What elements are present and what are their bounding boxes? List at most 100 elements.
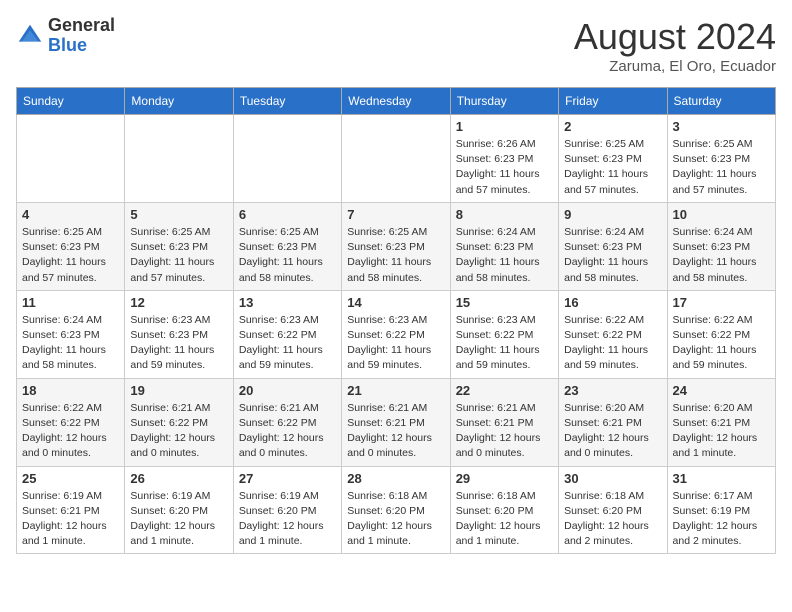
calendar-week-row: 1 Sunrise: 6:26 AMSunset: 6:23 PMDaylight… — [17, 115, 776, 203]
day-info: Sunrise: 6:24 AMSunset: 6:23 PMDaylight:… — [673, 225, 770, 286]
day-number: 7 — [347, 207, 444, 222]
day-number: 15 — [456, 295, 553, 310]
day-info: Sunrise: 6:24 AMSunset: 6:23 PMDaylight:… — [456, 225, 553, 286]
calendar-cell: 12Sunrise: 6:23 AMSunset: 6:23 PMDayligh… — [125, 290, 233, 378]
day-info: Sunrise: 6:21 AMSunset: 6:22 PMDaylight:… — [239, 401, 336, 462]
calendar-cell: 4Sunrise: 6:25 AMSunset: 6:23 PMDaylight… — [17, 202, 125, 290]
day-number: 14 — [347, 295, 444, 310]
calendar-cell: 16 Sunrise: 6:22 AMSunset: 6:22 PMDayligh… — [559, 290, 667, 378]
calendar-cell: 10 Sunrise: 6:24 AMSunset: 6:23 PMDayligh… — [667, 202, 775, 290]
calendar-cell: 8Sunrise: 6:24 AMSunset: 6:23 PMDaylight… — [450, 202, 558, 290]
day-number: 10 — [673, 207, 770, 222]
calendar-cell: 26Sunrise: 6:19 AMSunset: 6:20 PMDayligh… — [125, 466, 233, 554]
day-of-week-header: Wednesday — [342, 88, 450, 115]
calendar-cell: 13Sunrise: 6:23 AMSunset: 6:22 PMDayligh… — [233, 290, 341, 378]
calendar-cell: 11 Sunrise: 6:24 AMSunset: 6:23 PMDayligh… — [17, 290, 125, 378]
day-number: 16 — [564, 295, 661, 310]
calendar-cell: 20 Sunrise: 6:21 AMSunset: 6:22 PMDayligh… — [233, 378, 341, 466]
day-info: Sunrise: 6:25 AMSunset: 6:23 PMDaylight:… — [673, 137, 770, 198]
calendar-cell: 29Sunrise: 6:18 AMSunset: 6:20 PMDayligh… — [450, 466, 558, 554]
day-number: 28 — [347, 471, 444, 486]
day-info: Sunrise: 6:23 AMSunset: 6:22 PMDaylight:… — [456, 313, 553, 374]
day-number: 5 — [130, 207, 227, 222]
calendar-week-row: 18 Sunrise: 6:22 AMSunset: 6:22 PMDayligh… — [17, 378, 776, 466]
day-of-week-header: Thursday — [450, 88, 558, 115]
day-number: 11 — [22, 295, 119, 310]
day-info: Sunrise: 6:25 AMSunset: 6:23 PMDaylight:… — [564, 137, 661, 198]
calendar-cell: 31 Sunrise: 6:17 AMSunset: 6:19 PMDayligh… — [667, 466, 775, 554]
calendar-body: 1 Sunrise: 6:26 AMSunset: 6:23 PMDaylight… — [17, 115, 776, 554]
day-number: 24 — [673, 383, 770, 398]
calendar-cell: 17Sunrise: 6:22 AMSunset: 6:22 PMDayligh… — [667, 290, 775, 378]
day-info: Sunrise: 6:22 AMSunset: 6:22 PMDaylight:… — [22, 401, 119, 462]
calendar-cell: 3 Sunrise: 6:25 AMSunset: 6:23 PMDaylight… — [667, 115, 775, 203]
day-number: 4 — [22, 207, 119, 222]
day-info: Sunrise: 6:20 AMSunset: 6:21 PMDaylight:… — [564, 401, 661, 462]
logo-text: General Blue — [48, 16, 115, 56]
day-number: 12 — [130, 295, 227, 310]
day-number: 9 — [564, 207, 661, 222]
day-info: Sunrise: 6:21 AMSunset: 6:22 PMDaylight:… — [130, 401, 227, 462]
day-info: Sunrise: 6:24 AMSunset: 6:23 PMDaylight:… — [22, 313, 119, 374]
day-number: 30 — [564, 471, 661, 486]
calendar-cell: 1 Sunrise: 6:26 AMSunset: 6:23 PMDaylight… — [450, 115, 558, 203]
day-info: Sunrise: 6:25 AMSunset: 6:23 PMDaylight:… — [239, 225, 336, 286]
calendar-header-row: SundayMondayTuesdayWednesdayThursdayFrid… — [17, 88, 776, 115]
calendar-cell: 25Sunrise: 6:19 AMSunset: 6:21 PMDayligh… — [17, 466, 125, 554]
day-number: 3 — [673, 119, 770, 134]
calendar-cell — [17, 115, 125, 203]
day-number: 22 — [456, 383, 553, 398]
day-info: Sunrise: 6:17 AMSunset: 6:19 PMDaylight:… — [673, 489, 770, 550]
calendar-cell: 24Sunrise: 6:20 AMSunset: 6:21 PMDayligh… — [667, 378, 775, 466]
day-number: 25 — [22, 471, 119, 486]
calendar-cell: 5 Sunrise: 6:25 AMSunset: 6:23 PMDaylight… — [125, 202, 233, 290]
day-info: Sunrise: 6:23 AMSunset: 6:22 PMDaylight:… — [239, 313, 336, 374]
title-block: August 2024 Zaruma, El Oro, Ecuador — [574, 16, 776, 75]
day-number: 6 — [239, 207, 336, 222]
location: Zaruma, El Oro, Ecuador — [574, 58, 776, 75]
day-info: Sunrise: 6:19 AMSunset: 6:20 PMDaylight:… — [239, 489, 336, 550]
day-of-week-header: Sunday — [17, 88, 125, 115]
calendar-cell — [342, 115, 450, 203]
day-number: 1 — [456, 119, 553, 134]
day-info: Sunrise: 6:18 AMSunset: 6:20 PMDaylight:… — [564, 489, 661, 550]
day-info: Sunrise: 6:25 AMSunset: 6:23 PMDaylight:… — [347, 225, 444, 286]
day-info: Sunrise: 6:24 AMSunset: 6:23 PMDaylight:… — [564, 225, 661, 286]
calendar-cell — [125, 115, 233, 203]
calendar-week-row: 25Sunrise: 6:19 AMSunset: 6:21 PMDayligh… — [17, 466, 776, 554]
day-of-week-header: Monday — [125, 88, 233, 115]
calendar-cell: 6 Sunrise: 6:25 AMSunset: 6:23 PMDaylight… — [233, 202, 341, 290]
day-number: 20 — [239, 383, 336, 398]
calendar-cell: 21Sunrise: 6:21 AMSunset: 6:21 PMDayligh… — [342, 378, 450, 466]
day-info: Sunrise: 6:25 AMSunset: 6:23 PMDaylight:… — [130, 225, 227, 286]
calendar-cell: 22 Sunrise: 6:21 AMSunset: 6:21 PMDayligh… — [450, 378, 558, 466]
day-info: Sunrise: 6:26 AMSunset: 6:23 PMDaylight:… — [456, 137, 553, 198]
day-number: 27 — [239, 471, 336, 486]
calendar-cell: 15 Sunrise: 6:23 AMSunset: 6:22 PMDayligh… — [450, 290, 558, 378]
day-number: 26 — [130, 471, 227, 486]
day-info: Sunrise: 6:22 AMSunset: 6:22 PMDaylight:… — [564, 313, 661, 374]
calendar-week-row: 4 Sunrise: 6:25 AMSunset: 6:23 PMDaylight… — [17, 202, 776, 290]
logo-icon — [16, 22, 44, 50]
day-info: Sunrise: 6:18 AMSunset: 6:20 PMDaylight:… — [456, 489, 553, 550]
day-of-week-header: Saturday — [667, 88, 775, 115]
calendar-cell: 19 Sunrise: 6:21 AMSunset: 6:22 PMDayligh… — [125, 378, 233, 466]
calendar: SundayMondayTuesdayWednesdayThursdayFrid… — [16, 87, 776, 554]
calendar-cell: 30 Sunrise: 6:18 AMSunset: 6:20 PMDayligh… — [559, 466, 667, 554]
day-of-week-header: Tuesday — [233, 88, 341, 115]
calendar-cell: 27 Sunrise: 6:19 AMSunset: 6:20 PMDayligh… — [233, 466, 341, 554]
calendar-cell: 2Sunrise: 6:25 AMSunset: 6:23 PMDaylight… — [559, 115, 667, 203]
calendar-cell: 28Sunrise: 6:18 AMSunset: 6:20 PMDayligh… — [342, 466, 450, 554]
day-number: 19 — [130, 383, 227, 398]
day-number: 21 — [347, 383, 444, 398]
day-number: 18 — [22, 383, 119, 398]
day-info: Sunrise: 6:22 AMSunset: 6:22 PMDaylight:… — [673, 313, 770, 374]
day-number: 31 — [673, 471, 770, 486]
page-header: General Blue August 2024 Zaruma, El Oro,… — [16, 16, 776, 75]
day-info: Sunrise: 6:21 AMSunset: 6:21 PMDaylight:… — [456, 401, 553, 462]
day-of-week-header: Friday — [559, 88, 667, 115]
calendar-cell: 18 Sunrise: 6:22 AMSunset: 6:22 PMDayligh… — [17, 378, 125, 466]
month-title: August 2024 — [574, 16, 776, 58]
day-number: 23 — [564, 383, 661, 398]
calendar-cell: 7 Sunrise: 6:25 AMSunset: 6:23 PMDaylight… — [342, 202, 450, 290]
